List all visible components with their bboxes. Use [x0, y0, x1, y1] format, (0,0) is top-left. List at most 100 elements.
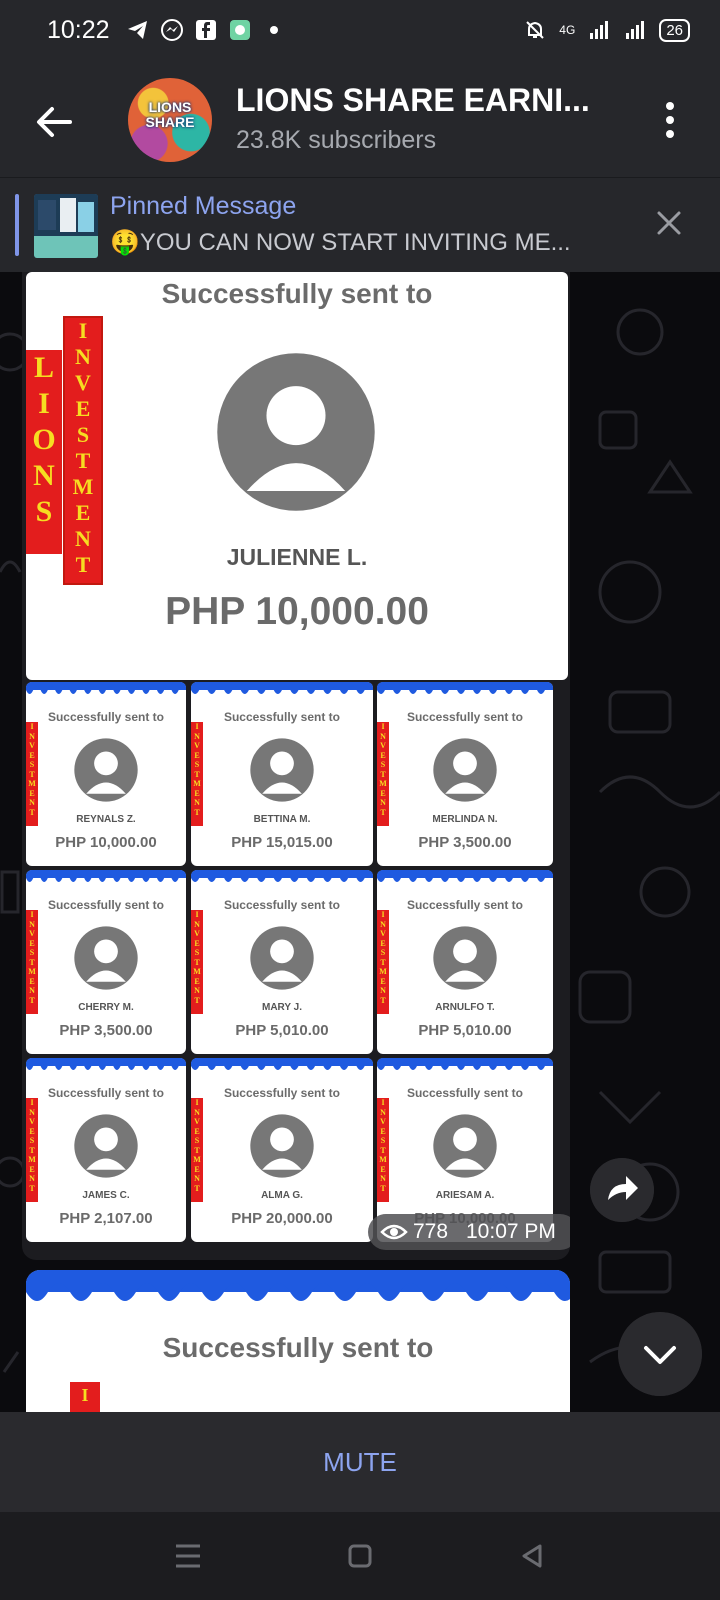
- profile-placeholder-icon: [74, 738, 138, 802]
- photo-album[interactable]: Successfully sent to LIONS INVESTMENT JU…: [22, 272, 570, 1260]
- investment-badge: INVESTMENT: [377, 1098, 389, 1202]
- message-time: 10:07 PM: [466, 1220, 556, 1243]
- forward-icon[interactable]: [590, 1158, 654, 1222]
- channel-title[interactable]: LIONS SHARE EARNI...: [236, 82, 590, 119]
- sent-amount: PHP 20,000.00: [231, 1210, 333, 1227]
- profile-placeholder-icon: [250, 1114, 314, 1178]
- back-triangle-icon[interactable]: [510, 1534, 554, 1578]
- receipt-tile[interactable]: Successfully sent to I N V E S T M E N T ARNULFO T.…: [377, 870, 553, 1054]
- receipt-tile[interactable]: Successfully sent to I N V E S T M E N T MARY J. PHP…: [191, 870, 373, 1054]
- more-vert-icon[interactable]: [658, 100, 682, 140]
- channel-avatar[interactable]: LIONS SHARE: [128, 78, 212, 162]
- sent-label: Successfully sent to: [406, 1086, 524, 1100]
- recipient-name: MARY J.: [261, 1002, 302, 1013]
- sent-amount: PHP 3,500.00: [418, 834, 512, 851]
- blue-wave-banner: [191, 682, 373, 694]
- receipt-tile[interactable]: Successfully sent to I N V E S T M E N T JAMES C. PH…: [26, 1058, 186, 1242]
- blue-wave-banner: [377, 1058, 553, 1070]
- pinned-text: 🤑YOU CAN NOW START INVITING ME...: [110, 229, 571, 256]
- notification-icons: [126, 18, 286, 42]
- recipient-name: ARIESAM A.: [435, 1190, 495, 1201]
- receipt-tile[interactable]: Successfully sent to I N V E S T M E N T CHERRY M. P…: [26, 870, 186, 1054]
- more-notifications-dot-icon: [270, 26, 278, 34]
- investment-badge: INVESTMENT: [377, 722, 389, 826]
- chat-area[interactable]: Successfully sent to LIONS INVESTMENT JU…: [0, 272, 720, 1412]
- blue-wave-banner: [26, 1058, 186, 1070]
- pinned-message-bar[interactable]: Pinned Message 🤑YOU CAN NOW START INVITI…: [0, 177, 720, 273]
- blue-wave-banner: [26, 1270, 570, 1301]
- sent-label: Successfully sent to: [223, 710, 341, 724]
- scroll-down-chevron-icon[interactable]: [618, 1312, 702, 1396]
- profile-placeholder-icon: [74, 926, 138, 990]
- lions-badge: LIONS: [26, 350, 62, 554]
- profile-placeholder-icon: [250, 738, 314, 802]
- facebook-icon: [196, 20, 216, 40]
- back-arrow-icon[interactable]: [30, 98, 78, 146]
- profile-placeholder-icon: [217, 353, 375, 511]
- recipient-name: MERLINDA N.: [432, 814, 498, 825]
- profile-placeholder-icon: [433, 926, 497, 990]
- recipient-name: BETTINA M.: [253, 814, 311, 825]
- status-bar: 10:22 4G 26: [0, 0, 720, 64]
- channel-header: LIONS SHARE LIONS SHARE EARNI... 23.8K s…: [0, 64, 720, 177]
- featured-receipt-tile[interactable]: Successfully sent to LIONS INVESTMENT JU…: [26, 272, 568, 680]
- sent-amount: PHP 10,000.00: [165, 590, 429, 633]
- receipt-tile[interactable]: Successfully sent to I N V E S T M E N T BETTINA M.…: [191, 682, 373, 866]
- blue-wave-banner: [191, 870, 373, 882]
- sent-label: Successfully sent to: [223, 1086, 341, 1100]
- receipt-tile[interactable]: Successfully sent to I N V E S T M E N T REYNALS Z.…: [26, 682, 186, 866]
- investment-badge: INVESTMENT: [191, 1098, 203, 1202]
- app-icon: [230, 20, 250, 40]
- receipt-tile[interactable]: Successfully sent to I N V E S T M E N T ALMA G. PHP…: [191, 1058, 373, 1242]
- sent-amount: PHP 5,010.00: [235, 1022, 329, 1039]
- receipt-tile[interactable]: Successfully sent to I N V E S T M E N T MERLINDA N…: [377, 682, 553, 866]
- close-icon[interactable]: [654, 208, 684, 238]
- sent-label: Successfully sent to: [406, 710, 524, 724]
- profile-placeholder-icon: [74, 1114, 138, 1178]
- mute-button[interactable]: MUTE: [0, 1412, 720, 1512]
- menu-lines-icon[interactable]: [166, 1534, 210, 1578]
- recipient-name: CHERRY M.: [78, 1002, 134, 1013]
- messenger-icon: [161, 19, 183, 41]
- sent-amount: PHP 2,107.00: [59, 1210, 153, 1227]
- recipient-name: REYNALS Z.: [76, 814, 136, 825]
- sent-label: Successfully sent to: [47, 1086, 165, 1100]
- view-count: 778: [413, 1220, 449, 1243]
- bottom-action-bar: MUTE: [0, 1412, 720, 1512]
- investment-badge: INVESTMENT: [26, 722, 38, 826]
- sent-amount: PHP 15,015.00: [231, 834, 333, 851]
- sent-label: Successfully sent to: [47, 710, 165, 724]
- sent-label: Successfully sent to: [161, 278, 433, 309]
- investment-badge: INVESTMENT: [377, 910, 389, 1014]
- recipient-name: ARNULFO T.: [435, 1002, 495, 1013]
- blue-wave-banner: [377, 682, 553, 694]
- subscriber-count: 23.8K subscribers: [236, 126, 437, 154]
- sent-label: Successfully sent to: [406, 898, 524, 912]
- battery-indicator: 26: [659, 18, 690, 42]
- pinned-thumbnail-image: [34, 194, 98, 258]
- telegram-icon: [128, 21, 147, 39]
- investment-badge: INVESTMENT: [26, 1098, 38, 1202]
- pinned-indicator: [15, 194, 19, 256]
- next-message-bubble[interactable]: Successfully sent to I: [26, 1270, 570, 1412]
- home-square-icon[interactable]: [338, 1534, 382, 1578]
- sent-amount: PHP 10,000.00: [55, 834, 157, 851]
- blue-wave-banner: [377, 870, 553, 882]
- signal-2-icon: [626, 21, 645, 39]
- blue-wave-banner: [191, 1058, 373, 1070]
- avatar-logo-text: LIONS SHARE: [145, 99, 195, 130]
- investment-badge: I: [70, 1382, 100, 1412]
- profile-placeholder-icon: [433, 1114, 497, 1178]
- recipient-name: JULIENNE L.: [226, 544, 368, 570]
- system-icons: 4G 26: [523, 18, 690, 42]
- blue-wave-banner: [26, 870, 186, 882]
- pinned-label: Pinned Message: [110, 192, 297, 220]
- signal-icon: [590, 21, 609, 39]
- sent-label: Successfully sent to: [47, 898, 165, 912]
- recipient-name: ALMA G.: [261, 1190, 303, 1201]
- investment-badge: INVESTMENT: [191, 910, 203, 1014]
- eye-icon: [380, 1224, 408, 1240]
- pinned-thumbnail: [34, 194, 98, 258]
- sent-amount: PHP 5,010.00: [418, 1022, 512, 1039]
- profile-placeholder-icon: [250, 926, 314, 990]
